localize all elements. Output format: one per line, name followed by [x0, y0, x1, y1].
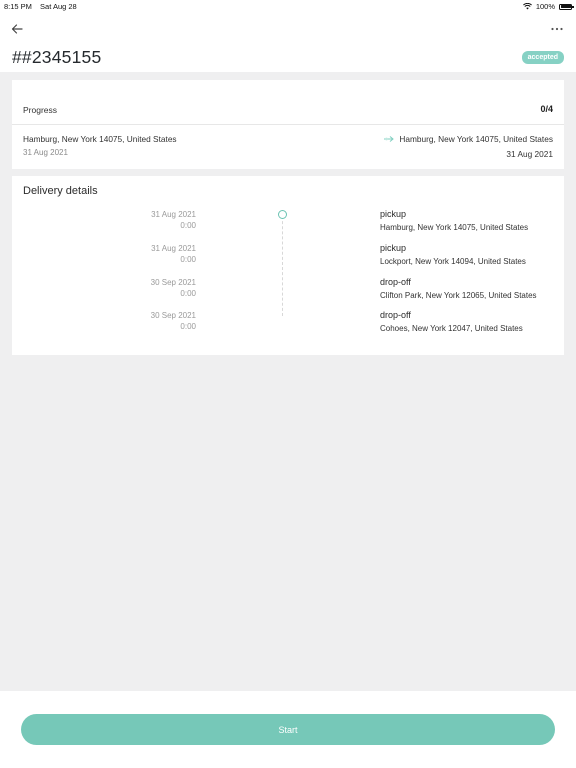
route-arrow-icon	[384, 136, 395, 142]
progress-value: 0/4	[540, 104, 553, 114]
start-button[interactable]: Start	[21, 714, 555, 745]
nav-bar	[0, 20, 576, 38]
status-left: 8:15 PM Sat Aug 28	[4, 2, 83, 11]
delivery-details-title: Delivery details	[23, 185, 98, 197]
battery-percent: 100%	[535, 2, 555, 11]
delivery-details-card: Delivery details 31 Aug 2021 0:00 pickup…	[12, 176, 564, 355]
route-to-date: 31 Aug 2021	[506, 149, 553, 159]
status-badge: accepted	[521, 51, 564, 64]
order-id-title: ##2345155	[12, 47, 102, 67]
status-right: 100%	[522, 2, 574, 11]
stop-date: 30 Sep 2021	[150, 278, 196, 287]
route-to-address: Hamburg, New York 14075, United States	[399, 134, 553, 144]
wifi-icon	[522, 3, 532, 10]
more-button[interactable]	[550, 22, 564, 36]
progress-card: Progress 0/4 Hamburg, New York 14075, Un…	[12, 80, 564, 169]
delivery-stop: 31 Aug 2021 0:00 pickup Hamburg, New Yor…	[12, 209, 564, 240]
more-horizontal-icon	[551, 27, 563, 31]
stop-address: Hamburg, New York 14075, United States	[380, 223, 529, 232]
stop-address: Cohoes, New York 12047, United States	[380, 324, 523, 333]
delivery-stop: 31 Aug 2021 0:00 pickup Lockport, New Yo…	[12, 243, 564, 274]
stop-address: Clifton Park, New York 12065, United Sta…	[380, 291, 537, 300]
status-date: Sat Aug 28	[40, 2, 77, 11]
stop-date: 31 Aug 2021	[151, 210, 196, 219]
route-to: Hamburg, New York 14075, United States	[383, 134, 553, 144]
stop-date: 31 Aug 2021	[151, 244, 196, 253]
progress-row: Progress 0/4	[12, 80, 564, 125]
route-from-date: 31 Aug 2021	[23, 148, 68, 157]
stop-type: drop-off	[380, 277, 411, 287]
status-bar: 8:15 PM Sat Aug 28 100%	[0, 0, 576, 12]
stop-type: drop-off	[380, 310, 411, 320]
arrow-left-icon	[11, 24, 23, 34]
status-time: 8:15 PM	[4, 2, 32, 11]
stop-address: Lockport, New York 14094, United States	[380, 257, 526, 266]
stop-type: pickup	[380, 209, 407, 219]
stop-time: 0:00	[180, 255, 196, 264]
back-button[interactable]	[10, 22, 26, 36]
stop-time: 0:00	[180, 289, 196, 298]
stop-type: pickup	[380, 243, 407, 253]
progress-label: Progress	[23, 105, 58, 115]
delivery-stop: 30 Sep 2021 0:00 drop-off Cohoes, New Yo…	[12, 310, 564, 341]
delivery-stop: 30 Sep 2021 0:00 drop-off Clifton Park, …	[12, 277, 564, 308]
stop-time: 0:00	[180, 221, 196, 230]
battery-icon	[559, 3, 574, 10]
stop-date: 30 Sep 2021	[150, 311, 196, 320]
route-from-address: Hamburg, New York 14075, United States	[23, 134, 177, 144]
stop-time: 0:00	[180, 322, 196, 331]
